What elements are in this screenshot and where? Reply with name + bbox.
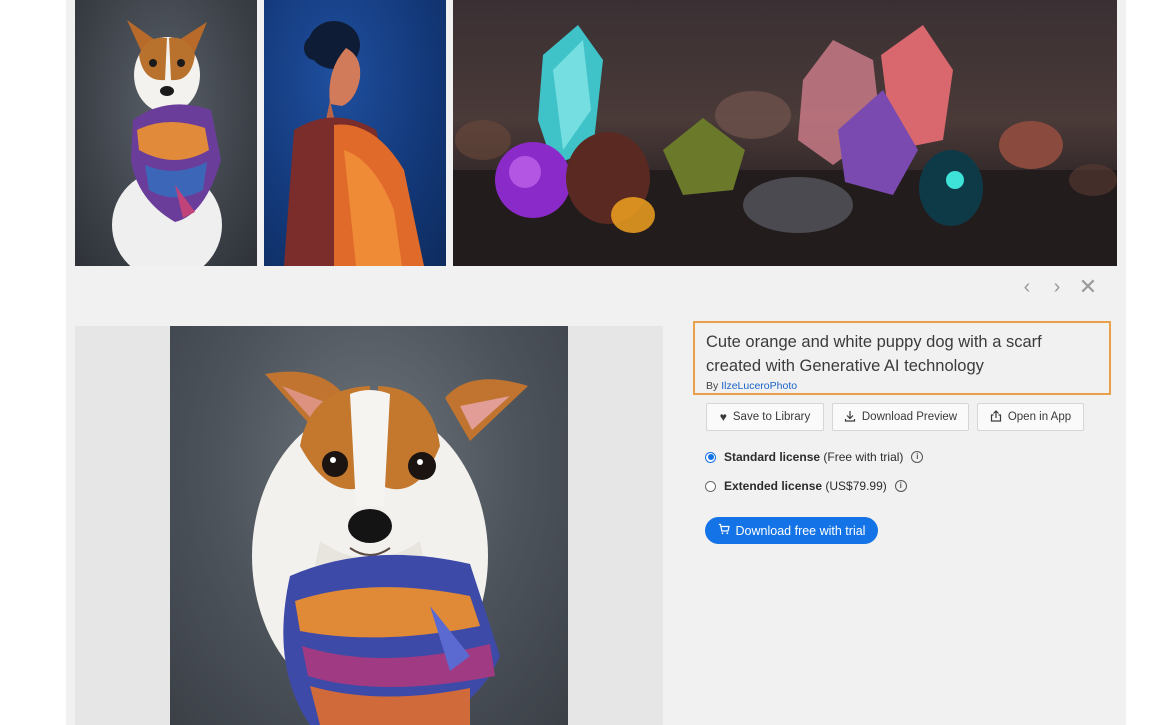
save-to-library-label: Save to Library [732, 411, 811, 423]
standard-license-label: Standard license [724, 450, 821, 464]
standard-license-radio[interactable] [705, 451, 716, 463]
byline: By IlzeLuceroPhoto [706, 380, 1099, 392]
thumbnail-woman[interactable] [264, 0, 446, 266]
download-free-label: Download free with trial [735, 523, 866, 538]
close-icon[interactable]: ✕ [1077, 276, 1099, 298]
extended-license-option[interactable]: Extended license (US$79.99) i [705, 479, 907, 493]
save-to-library-button[interactable]: ♥ Save to Library [706, 403, 824, 431]
open-in-app-label: Open in App [1007, 411, 1072, 423]
byline-prefix: By [706, 380, 719, 392]
dog-thumbnail-image [112, 20, 222, 266]
chevron-right-icon[interactable]: › [1046, 276, 1068, 298]
extended-license-text: Extended license (US$79.99) [724, 479, 887, 493]
info-icon[interactable]: i [894, 480, 907, 492]
download-preview-label: Download Preview [861, 411, 958, 423]
thumbnail-crystals[interactable] [453, 0, 1117, 266]
extended-license-label: Extended license [724, 479, 823, 493]
woman-thumbnail-image [284, 21, 424, 266]
thumbnail-dog[interactable] [75, 0, 257, 266]
standard-license-option[interactable]: Standard license (Free with trial) i [705, 450, 924, 464]
extended-license-note: (US$79.99) [825, 479, 887, 493]
open-in-app-button[interactable]: Open in App [977, 403, 1084, 431]
download-preview-button[interactable]: Download Preview [832, 403, 969, 431]
download-icon [844, 410, 856, 425]
asset-title-box: Cute orange and white puppy dog with a s… [693, 321, 1111, 395]
info-icon[interactable]: i [911, 451, 924, 463]
dog-preview-image [252, 371, 528, 725]
extended-license-radio[interactable] [705, 480, 716, 492]
standard-license-text: Standard license (Free with trial) [724, 450, 903, 464]
chevron-left-icon[interactable]: ‹ [1016, 276, 1038, 298]
heart-icon: ♥ [719, 410, 727, 424]
share-icon [990, 409, 1002, 425]
standard-license-note: (Free with trial) [823, 450, 904, 464]
author-link[interactable]: IlzeLuceroPhoto [721, 380, 797, 392]
cart-icon [718, 523, 730, 538]
asset-title: Cute orange and white puppy dog with a s… [706, 333, 1042, 375]
download-free-button[interactable]: Download free with trial [705, 517, 878, 544]
crystals-thumbnail-image [453, 25, 1117, 266]
preview-image [170, 326, 568, 725]
